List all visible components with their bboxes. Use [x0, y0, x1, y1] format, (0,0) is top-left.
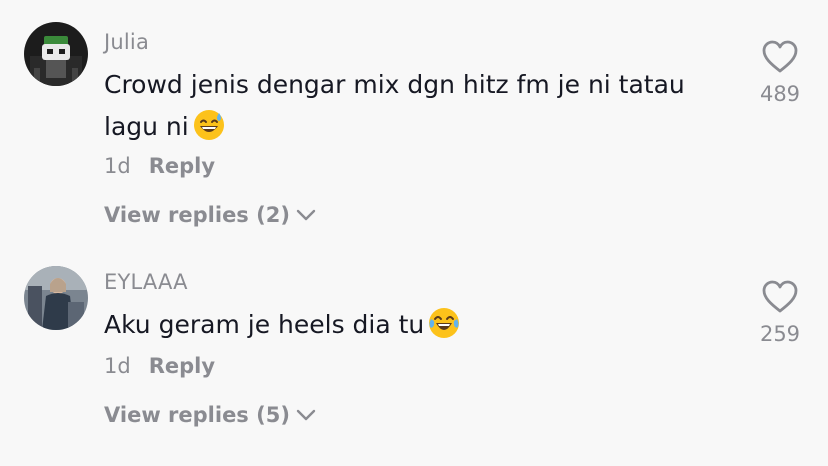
comment-time: 1d — [104, 354, 131, 378]
comment-item: Julia Crowd jenis dengar mix dgn hitz fm… — [0, 0, 828, 250]
avatar[interactable] — [24, 266, 88, 330]
comment-meta: 1d Reply — [104, 154, 215, 178]
comment-username[interactable]: Julia — [104, 30, 149, 54]
like-control: 259 — [748, 280, 812, 346]
view-replies-button[interactable]: View replies (5) — [104, 402, 316, 427]
reply-button[interactable]: Reply — [149, 154, 215, 178]
comment-meta: 1d Reply — [104, 354, 215, 378]
like-count: 259 — [759, 322, 801, 346]
chevron-down-icon — [296, 202, 316, 226]
view-replies-label: View replies (5) — [104, 403, 290, 427]
like-count: 489 — [759, 82, 801, 106]
comment-text: Aku geram je heels dia tu — [104, 304, 724, 352]
comment-username[interactable]: EYLAAA — [104, 270, 188, 294]
heart-outline-icon[interactable] — [748, 40, 812, 78]
comment-text-content: Aku geram je heels dia tu — [104, 310, 425, 339]
comment-time: 1d — [104, 154, 131, 178]
tears-of-joy-emoji — [428, 307, 460, 352]
view-replies-label: View replies (2) — [104, 203, 290, 227]
avatar[interactable] — [24, 22, 88, 86]
comment-item: EYLAAA Aku geram je heels dia tu 1d Reply… — [0, 250, 828, 466]
chevron-down-icon — [296, 402, 316, 426]
comment-text: Crowd jenis dengar mix dgn hitz fm je ni… — [104, 64, 724, 154]
reply-button[interactable]: Reply — [149, 354, 215, 378]
view-replies-button[interactable]: View replies (2) — [104, 202, 316, 227]
grinning-sweat-emoji — [193, 109, 225, 154]
heart-outline-icon[interactable] — [748, 280, 812, 318]
comment-text-content: Crowd jenis dengar mix dgn hitz fm je ni… — [104, 70, 685, 141]
like-control: 489 — [748, 40, 812, 106]
